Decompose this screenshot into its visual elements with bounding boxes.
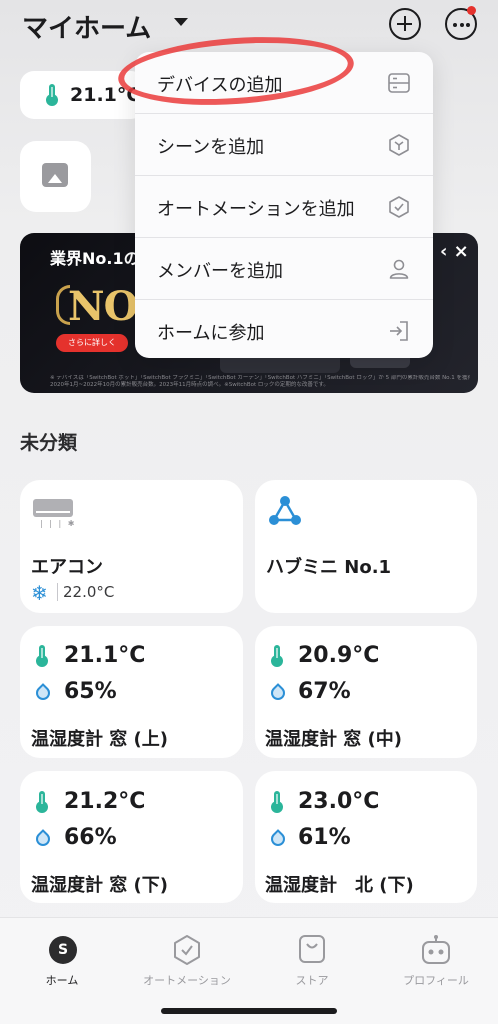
learn-more-button[interactable]: さらに詳しく [56, 334, 128, 352]
device-card-meter[interactable]: 20.9°C 67% 温湿度計 窓 (中) [255, 626, 477, 758]
device-name: 温湿度計 北 (下) [265, 875, 414, 896]
thermometer-icon [46, 84, 58, 106]
fine-print-line: 2020年1月~2022年10月の累計販売台数。2023年11月時点の調べ。※S… [50, 382, 329, 388]
dot-icon [453, 22, 457, 27]
caret-down-icon[interactable] [174, 18, 188, 26]
wallpaper-button[interactable] [20, 141, 91, 212]
device-card-aircon[interactable]: | | | ✱ エアコン ❄ 22.0°C [20, 480, 243, 613]
tab-label: プロフィール [403, 974, 469, 987]
section-title: 未分類 [20, 432, 78, 454]
air-slats-icon: | | | ✱ [40, 519, 77, 528]
device-name: 温湿度計 窓 (下) [31, 875, 168, 896]
menu-item-label: メンバーを追加 [157, 261, 283, 282]
menu-item-add-member[interactable]: メンバーを追加 [135, 238, 433, 299]
humidity-drop-icon [268, 683, 288, 703]
menu-item-label: ホームに参加 [157, 323, 265, 344]
meter-temperature: 20.9°C [298, 643, 380, 668]
tab-label: ストア [295, 974, 329, 987]
meter-temperature: 21.2°C [64, 789, 146, 814]
notification-badge [467, 6, 476, 15]
automation-icon [389, 196, 409, 218]
fine-print-line: ※ デバイスは「SwitchBot ボット」「SwitchBot プラグミニ」「… [50, 375, 470, 381]
meter-temperature: 23.0°C [298, 789, 380, 814]
plus-circle-icon[interactable] [389, 8, 421, 40]
image-upload-icon [42, 163, 68, 187]
scene-icon [389, 134, 409, 156]
banner-close-button[interactable]: ‹ × [440, 241, 469, 262]
thermometer-icon [271, 791, 283, 813]
humidity-drop-icon [268, 829, 288, 849]
tab-label: ホーム [45, 974, 79, 987]
member-icon [389, 259, 409, 279]
device-icon [388, 73, 410, 93]
device-name: ハブミニ No.1 [266, 557, 392, 578]
humidity-drop-icon [33, 683, 53, 703]
tab-store[interactable]: ストア [250, 926, 374, 996]
device-card-meter[interactable]: 23.0°C 61% 温湿度計 北 (下) [255, 771, 477, 903]
automation-tab-icon [174, 935, 200, 965]
thermometer-icon [271, 645, 283, 667]
home-tab-icon: S [49, 936, 77, 964]
divider [57, 583, 58, 601]
home-title[interactable]: マイホーム [22, 8, 151, 45]
menu-item-add-scene[interactable]: シーンを追加 [135, 114, 433, 175]
meter-humidity: 66% [64, 825, 117, 850]
dot-icon [466, 22, 470, 27]
join-home-icon [390, 321, 408, 341]
tab-home[interactable]: S ホーム [0, 926, 124, 996]
device-name: 温湿度計 窓 (上) [31, 729, 168, 750]
device-name: 温湿度計 窓 (中) [265, 729, 402, 750]
meter-humidity: 61% [298, 825, 351, 850]
snowflake-icon: ❄ [31, 581, 48, 605]
aircon-temperature: 22.0°C [63, 583, 115, 601]
thermometer-icon [36, 791, 48, 813]
store-bag-icon [299, 935, 325, 963]
header: マイホーム [0, 0, 498, 54]
device-card-hub[interactable]: ハブミニ No.1 [255, 480, 477, 613]
device-card-meter[interactable]: 21.1°C 65% 温湿度計 窓 (上) [20, 626, 243, 758]
tab-automation[interactable]: オートメーション [125, 926, 249, 996]
thermometer-icon [36, 645, 48, 667]
menu-item-label: オートメーションを追加 [157, 199, 355, 220]
home-indicator [161, 1008, 337, 1014]
tab-profile[interactable]: プロフィール [374, 926, 498, 996]
meter-temperature: 21.1°C [64, 643, 146, 668]
device-card-meter[interactable]: 21.2°C 66% 温湿度計 窓 (下) [20, 771, 243, 903]
weather-temperature: 21.1°C [70, 84, 141, 106]
banner-fine-print: ※ デバイスは「SwitchBot ボット」「SwitchBot プラグミニ」「… [50, 375, 470, 389]
app-screen: マイホーム 21.1°C 業界No.1の NO.1 さらに詳しく ※ デバイスは… [0, 0, 498, 1024]
air-conditioner-icon [33, 499, 73, 517]
meter-humidity: 67% [298, 679, 351, 704]
weather-pill[interactable]: 21.1°C [20, 71, 145, 119]
menu-item-add-device[interactable]: デバイスの追加 [135, 52, 433, 113]
menu-item-label: シーンを追加 [157, 137, 265, 158]
menu-item-join-home[interactable]: ホームに参加 [135, 300, 433, 361]
tab-label: オートメーション [143, 974, 231, 987]
robot-profile-icon [422, 935, 450, 964]
humidity-drop-icon [33, 829, 53, 849]
meter-humidity: 65% [64, 679, 117, 704]
banner-title: 業界No.1の [50, 249, 140, 268]
dot-icon [459, 22, 464, 27]
menu-item-label: デバイスの追加 [157, 75, 283, 96]
add-menu: デバイスの追加 シーンを追加 オートメーションを追加 メンバーを追加 ホームに参… [135, 52, 433, 358]
menu-item-add-automation[interactable]: オートメーションを追加 [135, 176, 433, 237]
device-name: エアコン [31, 557, 103, 578]
hub-network-icon [269, 496, 301, 525]
